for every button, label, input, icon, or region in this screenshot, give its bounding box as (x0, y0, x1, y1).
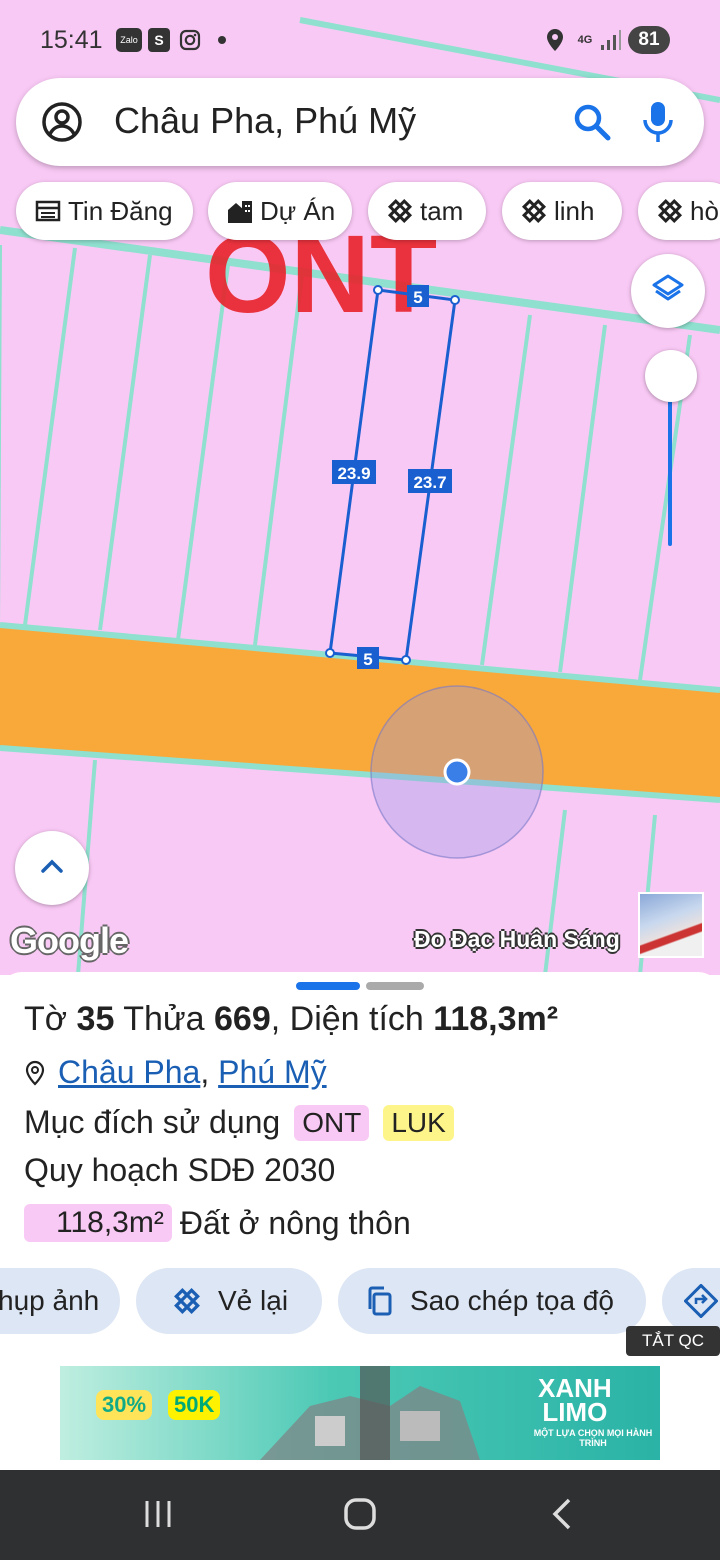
location-pin-icon (546, 28, 564, 52)
account-icon[interactable] (40, 100, 84, 144)
area-label: Diện tích (289, 1000, 424, 1038)
watermark-text: Đo Đạc Huân Sáng (414, 926, 620, 952)
land-usage-row: Mục đích sử dụng ONT LUK (24, 1104, 454, 1141)
zalo-icon: Zalo (116, 28, 142, 52)
action-label: hụp ảnh (0, 1285, 100, 1316)
search-bar[interactable]: Châu Pha, Phú Mỹ (16, 78, 704, 166)
search-icon[interactable] (570, 100, 614, 144)
chip-linh[interactable]: linh (502, 182, 622, 240)
watermark-thumbnail[interactable] (638, 892, 704, 958)
signal-icon (600, 28, 622, 52)
parcel-address: Châu Pha, Phú Mỹ (24, 1054, 327, 1091)
copy-icon (362, 1284, 396, 1318)
shopping-icon: S (148, 28, 170, 52)
chip-ho[interactable]: hò (638, 182, 720, 240)
recent-apps-icon[interactable] (136, 1494, 180, 1534)
usage-tag-luk: LUK (383, 1104, 454, 1141)
building-icon (226, 197, 254, 225)
network-4g-icon: 4G (577, 34, 593, 46)
chip-label: hò (690, 195, 719, 226)
chip-du-an[interactable]: Dự Án (208, 182, 352, 240)
directions-button[interactable] (662, 1268, 720, 1334)
ruler-icon (170, 1284, 204, 1318)
plot-label: Thửa (123, 1000, 205, 1038)
system-nav-bar (0, 1470, 720, 1560)
ruler-icon (656, 197, 684, 225)
chip-tam[interactable]: tam (368, 182, 486, 240)
microphone-icon[interactable] (638, 98, 678, 146)
location-pin-icon (24, 1060, 58, 1086)
layers-icon (651, 272, 685, 311)
usage-label: Mục đích sử dụng (24, 1104, 281, 1140)
notification-dot-icon (218, 36, 226, 44)
chip-label: Dự Án (260, 195, 336, 226)
plan-area-row: 118,3m² Đất ở nông thôn (24, 1204, 411, 1242)
take-photo-button[interactable]: hụp ảnh (0, 1268, 120, 1334)
ad-amount-badge: 50K (168, 1390, 221, 1420)
edge-label-top: 5 (413, 288, 422, 307)
edge-label-bottom: 5 (363, 650, 372, 669)
plot-number: 669 (214, 1000, 271, 1038)
google-logo: Google (10, 920, 129, 961)
chip-tin-dang[interactable]: Tin Đăng (16, 182, 193, 240)
directions-icon (684, 1284, 718, 1318)
plan-area-desc: Đất ở nông thôn (179, 1204, 411, 1241)
ruler-icon (520, 197, 548, 225)
instagram-icon (178, 28, 202, 52)
status-time: 15:41 (40, 26, 103, 54)
opacity-slider-handle[interactable] (645, 350, 697, 402)
usage-tag-ont: ONT (294, 1104, 370, 1141)
chip-label: linh (554, 195, 595, 226)
edge-label-right: 23.7 (413, 473, 446, 492)
plan-area-value: 118,3m² (24, 1204, 172, 1242)
action-label: Vẻ lại (218, 1285, 289, 1316)
back-icon[interactable] (540, 1494, 584, 1534)
layers-button[interactable] (631, 254, 705, 328)
sheet-handle[interactable] (366, 982, 424, 990)
ad-title-line: LIMO (542, 1397, 608, 1427)
chip-label: tam (420, 195, 464, 226)
commune-link[interactable]: Châu Pha (58, 1054, 200, 1091)
my-location-dot (443, 758, 471, 786)
home-icon[interactable] (338, 1494, 382, 1534)
action-buttons: hụp ảnh Vẻ lại Sao chép tọa độ (0, 1268, 720, 1334)
close-ad-button[interactable]: TẮT QC (626, 1326, 720, 1356)
ad-subtitle: MỘT LỰA CHỌN MỌI HÀNH TRÌNH (533, 1428, 653, 1448)
ruler-icon (386, 197, 414, 225)
chip-label: Tin Đăng (68, 195, 173, 226)
sheet-handle-active[interactable] (296, 982, 360, 990)
status-bar: 15:41 Zalo S 4G 81 (0, 0, 720, 80)
sheet-label: Tờ (24, 1000, 68, 1038)
ad-banner[interactable]: 30% 50K XANH LIMO MỘT LỰA CHỌN MỌI HÀNH … (60, 1366, 660, 1460)
search-input[interactable]: Châu Pha, Phú Mỹ (114, 100, 416, 142)
map-view[interactable]: ONT 5 23.9 23.7 5 15:41 Zalo S 4G 81 Châ… (0, 0, 720, 975)
expand-button[interactable] (15, 831, 89, 905)
plan-label: Quy hoạch SDĐ 2030 (24, 1152, 336, 1188)
action-label: Sao chép tọa độ (410, 1285, 614, 1316)
area-value: 118,3m² (433, 1000, 559, 1038)
sheet-number: 35 (76, 1000, 115, 1038)
chevron-up-icon (39, 858, 65, 879)
opacity-slider-track[interactable] (668, 378, 672, 546)
ad-discount-badge: 30% (96, 1390, 153, 1420)
town-link[interactable]: Phú Mỹ (218, 1054, 326, 1091)
parcel-title: Tờ 35 Thửa 669, Diện tích 118,3m² (24, 1000, 559, 1038)
address-separator: , (200, 1054, 210, 1090)
copy-coordinates-button[interactable]: Sao chép tọa độ (338, 1268, 646, 1334)
redraw-button[interactable]: Vẻ lại (136, 1268, 322, 1334)
edge-label-left: 23.9 (337, 464, 370, 483)
newspaper-icon (34, 197, 62, 225)
battery-icon: 81 (628, 26, 670, 54)
filter-chips: Tin Đăng Dự Án tam linh hò (0, 182, 720, 242)
ad-title: XANH LIMO (538, 1375, 612, 1427)
